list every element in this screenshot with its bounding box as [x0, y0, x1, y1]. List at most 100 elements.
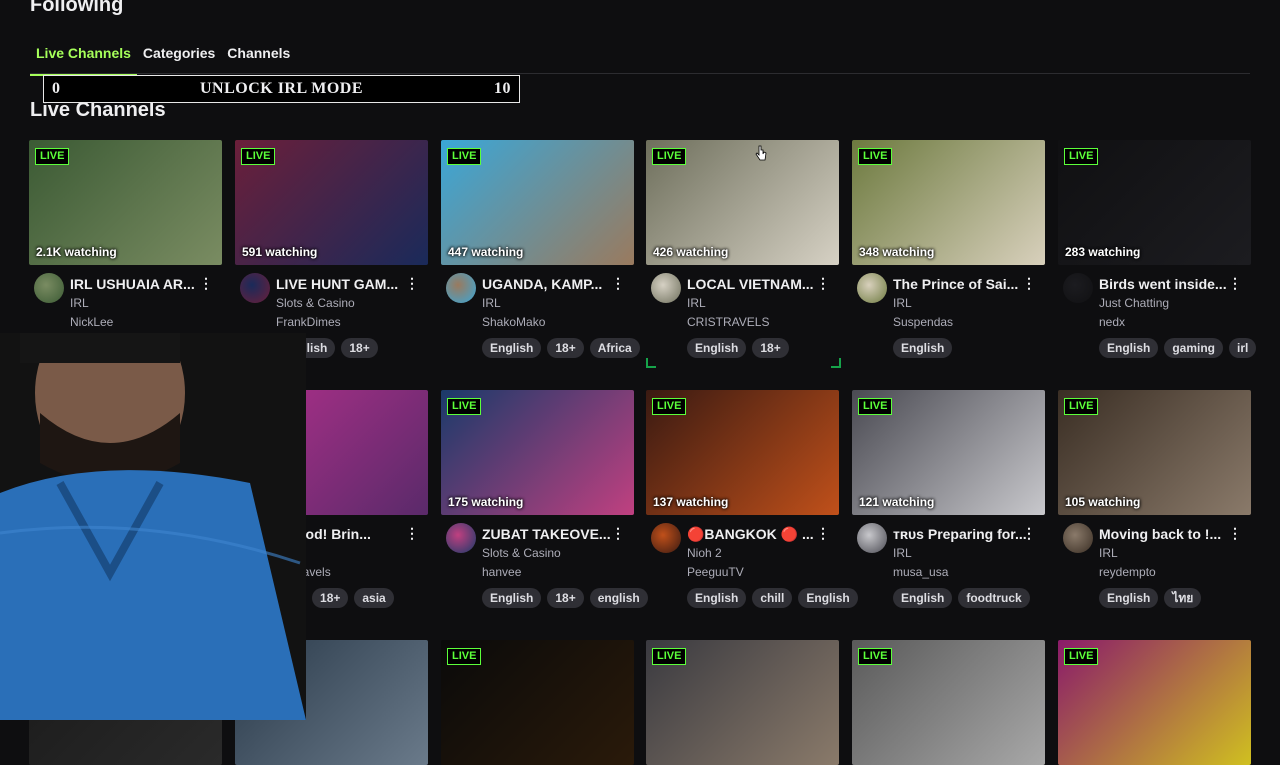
- channel-card[interactable]: LIVE 121 watching ᴛʀᴜs Preparing for... ⋮ IR…: [852, 390, 1045, 625]
- channel-card[interactable]: LIVE 447 watching UGANDA, KAMP... ⋮ IRL Shako…: [441, 140, 640, 375]
- avatar[interactable]: [857, 273, 887, 303]
- tag-chip[interactable]: English: [482, 588, 542, 608]
- tag-chip[interactable]: 18+: [341, 338, 378, 358]
- stream-title[interactable]: LIVE HUNT GAM...: [276, 276, 412, 292]
- stream-title[interactable]: ZUBAT TAKEOVE...: [482, 526, 618, 542]
- stream-thumbnail[interactable]: LIVE 591 watching: [235, 140, 428, 265]
- stream-thumbnail[interactable]: LIVE 121 watching: [852, 390, 1045, 515]
- stream-title[interactable]: LOCAL VIETNAM...: [687, 276, 823, 292]
- stream-thumbnail[interactable]: LIVE 283 watching: [1058, 140, 1251, 265]
- more-options-icon[interactable]: ⋮: [1228, 525, 1242, 542]
- more-options-icon[interactable]: ⋮: [1228, 275, 1242, 292]
- stream-title[interactable]: Moving back to !...: [1099, 526, 1235, 542]
- tag-chip[interactable]: foodtruck: [958, 588, 1030, 608]
- stream-category[interactable]: IRL: [1099, 546, 1118, 560]
- stream-thumbnail[interactable]: LIVE 447 watching: [441, 140, 634, 265]
- more-options-icon[interactable]: ⋮: [816, 525, 830, 542]
- tag-chip[interactable]: 18+: [312, 588, 349, 608]
- more-options-icon[interactable]: ⋮: [199, 275, 213, 292]
- tab-channels[interactable]: Channels: [221, 42, 296, 74]
- avatar[interactable]: [240, 273, 270, 303]
- tab-live-channels[interactable]: Live Channels: [30, 42, 137, 76]
- channel-name[interactable]: NickLee: [70, 315, 113, 329]
- avatar[interactable]: [446, 523, 476, 553]
- channel-card[interactable]: LIVE: [852, 640, 1045, 765]
- stream-category[interactable]: IRL: [893, 546, 912, 560]
- tag-chip[interactable]: 18+: [752, 338, 789, 358]
- stream-category[interactable]: IRL: [70, 296, 89, 310]
- tag-chip[interactable]: English: [893, 338, 953, 358]
- stream-thumbnail[interactable]: LIVE 348 watching: [852, 140, 1045, 265]
- stream-thumbnail[interactable]: LIVE 2.1K watching: [29, 140, 222, 265]
- avatar[interactable]: [1063, 273, 1093, 303]
- avatar[interactable]: [1063, 523, 1093, 553]
- more-options-icon[interactable]: ⋮: [405, 525, 419, 542]
- channel-name[interactable]: FrankDimes: [276, 315, 341, 329]
- stream-category[interactable]: Nioh 2: [687, 546, 722, 560]
- tag-chip[interactable]: chill: [752, 588, 793, 608]
- channel-card[interactable]: LIVE 105 watching Moving back to !... ⋮ IRL r…: [1058, 390, 1251, 625]
- more-options-icon[interactable]: ⋮: [816, 275, 830, 292]
- more-options-icon[interactable]: ⋮: [405, 275, 419, 292]
- stream-title[interactable]: IRL USHUAIA AR...: [70, 276, 206, 292]
- more-options-icon[interactable]: ⋮: [611, 525, 625, 542]
- stream-thumbnail[interactable]: LIVE 137 watching: [646, 390, 839, 515]
- channel-card[interactable]: LIVE: [1058, 640, 1251, 765]
- stream-title[interactable]: The Prince of Sai...: [893, 276, 1029, 292]
- tag-chip[interactable]: English: [893, 588, 953, 608]
- stream-category[interactable]: IRL: [687, 296, 706, 310]
- avatar[interactable]: [34, 273, 64, 303]
- channel-name[interactable]: CRISTRAVELS: [687, 315, 769, 329]
- stream-category[interactable]: Slots & Casino: [482, 546, 561, 560]
- tag-chip[interactable]: ไทย: [1164, 588, 1202, 608]
- more-options-icon[interactable]: ⋮: [1022, 275, 1036, 292]
- channel-name[interactable]: ShakoMako: [482, 315, 545, 329]
- more-options-icon[interactable]: ⋮: [611, 275, 625, 292]
- tag-chip[interactable]: irl: [1229, 338, 1257, 358]
- stream-thumbnail[interactable]: LIVE 175 watching: [441, 390, 634, 515]
- tag-chip[interactable]: 18+: [547, 338, 584, 358]
- channel-card[interactable]: LIVE 137 watching 🔴BANGKOK 🔴 ... ⋮ Nioh 2 Pee…: [646, 390, 858, 625]
- channel-name[interactable]: hanvee: [482, 565, 521, 579]
- stream-category[interactable]: IRL: [482, 296, 501, 310]
- channel-card[interactable]: LIVE 283 watching Birds went inside... ⋮ Jus…: [1058, 140, 1257, 375]
- stream-title[interactable]: 🔴BANGKOK 🔴 ...: [687, 526, 823, 543]
- stream-thumbnail[interactable]: LIVE: [441, 640, 634, 765]
- tag-chip[interactable]: English: [482, 338, 542, 358]
- tag-chip[interactable]: English: [798, 588, 858, 608]
- avatar[interactable]: [857, 523, 887, 553]
- stream-thumbnail[interactable]: LIVE 426 watching: [646, 140, 839, 265]
- channel-card[interactable]: LIVE 348 watching The Prince of Sai... ⋮ IRL…: [852, 140, 1045, 375]
- stream-title[interactable]: UGANDA, KAMP...: [482, 276, 618, 292]
- tag-chip[interactable]: English: [1099, 338, 1159, 358]
- stream-category[interactable]: IRL: [893, 296, 912, 310]
- channel-name[interactable]: reydempto: [1099, 565, 1156, 579]
- avatar[interactable]: [651, 523, 681, 553]
- stream-category[interactable]: Slots & Casino: [276, 296, 355, 310]
- channel-card[interactable]: LIVE: [441, 640, 634, 765]
- avatar[interactable]: [651, 273, 681, 303]
- channel-card[interactable]: LIVE: [646, 640, 839, 765]
- tab-categories[interactable]: Categories: [137, 42, 221, 74]
- tag-chip[interactable]: English: [687, 588, 747, 608]
- channel-card[interactable]: LIVE 175 watching ZUBAT TAKEOVE... ⋮ Slots &…: [441, 390, 648, 625]
- stream-title[interactable]: Birds went inside...: [1099, 276, 1235, 292]
- channel-name[interactable]: musa_usa: [893, 565, 948, 579]
- stream-category[interactable]: Just Chatting: [1099, 296, 1169, 310]
- tag-chip[interactable]: 18+: [547, 588, 584, 608]
- channel-card[interactable]: LIVE 426 watching LOCAL VIETNAM... ⋮ IRL CRIS…: [646, 140, 839, 375]
- stream-thumbnail[interactable]: LIVE 105 watching: [1058, 390, 1251, 515]
- channel-name[interactable]: PeeguuTV: [687, 565, 744, 579]
- stream-thumbnail[interactable]: LIVE: [1058, 640, 1251, 765]
- stream-thumbnail[interactable]: LIVE: [852, 640, 1045, 765]
- tag-chip[interactable]: English: [1099, 588, 1159, 608]
- tag-chip[interactable]: English: [687, 338, 747, 358]
- channel-name[interactable]: nedx: [1099, 315, 1125, 329]
- tag-chip[interactable]: Africa: [589, 338, 640, 358]
- stream-title[interactable]: ᴛʀᴜs Preparing for...: [893, 526, 1029, 542]
- tag-chip[interactable]: gaming: [1164, 338, 1224, 358]
- channel-name[interactable]: Suspendas: [893, 315, 953, 329]
- stream-thumbnail[interactable]: LIVE: [646, 640, 839, 765]
- tag-chip[interactable]: english: [589, 588, 648, 608]
- more-options-icon[interactable]: ⋮: [1022, 525, 1036, 542]
